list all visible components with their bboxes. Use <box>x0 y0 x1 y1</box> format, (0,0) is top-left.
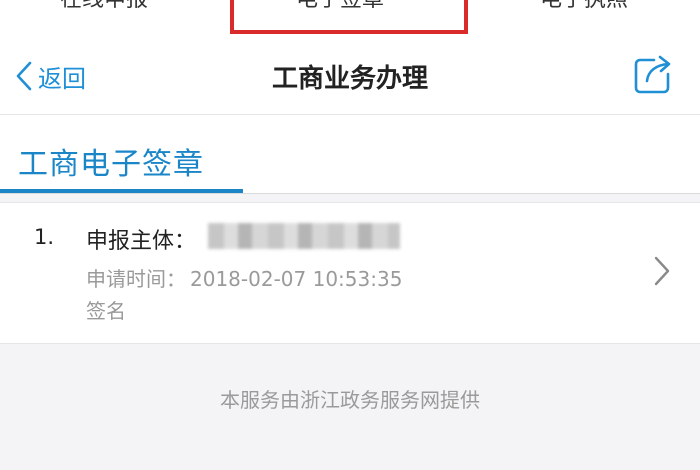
highlight-box <box>230 0 468 34</box>
application-time-label: 申请时间： <box>86 267 186 291</box>
blurred-subject-value <box>208 223 400 249</box>
top-tab-strip: 在线申报 电子签章 电子执照 <box>0 0 700 39</box>
section-tab-electronic-seal[interactable]: 工商电子签章 <box>18 139 204 183</box>
tab-online-declaration[interactable]: 在线申报 <box>60 0 148 14</box>
list-item[interactable]: 1. 申报主体： 申请时间： 2018-02-07 10:53:35 签名 <box>0 202 700 344</box>
application-time: 申请时间： 2018-02-07 10:53:35 <box>86 263 402 292</box>
sign-label: 签名 <box>86 299 126 323</box>
share-button[interactable] <box>632 54 674 100</box>
chevron-right-icon <box>654 256 670 286</box>
active-tab-indicator <box>0 189 243 193</box>
share-icon <box>634 55 671 94</box>
page-title: 工商业务办理 <box>271 64 428 94</box>
nav-bar: 返回 工商业务办理 <box>0 38 700 115</box>
footer-provider-text: 本服务由浙江政务服务网提供 <box>220 388 480 412</box>
application-time-value: 2018-02-07 10:53:35 <box>190 267 403 291</box>
item-index: 1. <box>34 225 55 249</box>
section-tab-bar: 工商电子签章 <box>0 115 700 194</box>
subject-label: 申报主体： <box>86 229 197 254</box>
tab-electronic-license[interactable]: 电子执照 <box>540 0 628 14</box>
